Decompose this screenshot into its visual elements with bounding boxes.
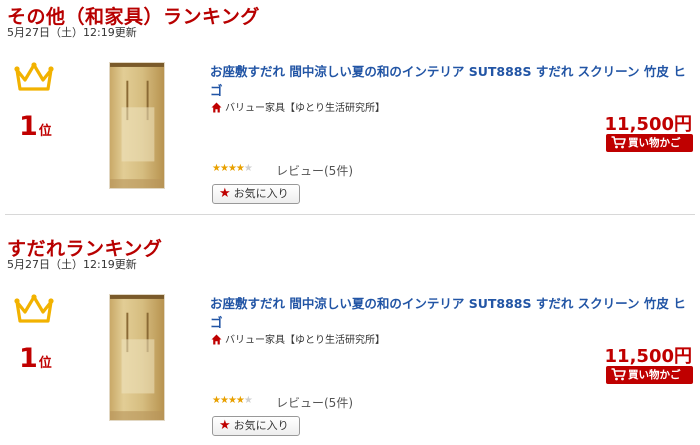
add-to-cart-label: 買い物かご: [628, 369, 681, 381]
cart-icon: [611, 368, 626, 381]
star-icon: ★: [219, 186, 231, 201]
star-filled-icon: ★: [227, 163, 237, 174]
star-empty-icon: ★: [243, 163, 253, 174]
product-image[interactable]: [109, 62, 165, 189]
add-to-cart-button[interactable]: 買い物かご: [606, 366, 693, 384]
ranking-updated-date: 5月27日（土）12:19更新: [7, 26, 137, 39]
star-filled-icon: ★: [235, 163, 245, 174]
rating-stars: ★★★★★: [212, 163, 253, 174]
add-favorite-button[interactable]: ★ お気に入り: [212, 184, 300, 204]
rank-suffix: 位: [38, 356, 52, 371]
product-image[interactable]: [109, 294, 165, 421]
rank-suffix: 位: [38, 124, 52, 139]
product-name-link[interactable]: お座敷すだれ 間中涼しい夏の和のインテリア SUT888S すだれ スクリーン …: [210, 294, 694, 332]
add-favorite-button[interactable]: ★ お気に入り: [212, 416, 300, 436]
add-to-cart-label: 買い物かご: [628, 137, 681, 149]
star-filled-icon: ★: [219, 163, 229, 174]
section-divider: [5, 214, 695, 215]
shop-info: バリュー家具【ゆとり生活研究所】: [211, 331, 385, 346]
rank-number: 1: [19, 111, 38, 142]
product-name-link[interactable]: お座敷すだれ 間中涼しい夏の和のインテリア SUT888S すだれ スクリーン …: [210, 62, 694, 100]
star-icon: ★: [219, 418, 231, 433]
crown-icon: [14, 62, 54, 91]
home-icon: [211, 102, 222, 113]
rank-number: 1: [19, 343, 38, 374]
star-empty-icon: ★: [243, 395, 253, 406]
crown-icon: [14, 294, 54, 323]
add-to-cart-button[interactable]: 買い物かご: [606, 134, 693, 152]
favorite-label: お気に入り: [233, 419, 289, 432]
ranking-section: その他（和家具）ランキング 5月27日（土）12:19更新 1位 お座敷すだれ …: [0, 0, 700, 215]
ranking-section: すだれランキング 5月27日（土）12:19更新 1位 お座敷すだれ 間中涼しい…: [0, 232, 700, 445]
review-link[interactable]: レビュー(5件): [276, 394, 353, 411]
star-filled-icon: ★: [212, 395, 221, 406]
review-link[interactable]: レビュー(5件): [276, 162, 353, 179]
rating-stars: ★★★★★: [212, 395, 253, 406]
star-filled-icon: ★: [219, 395, 229, 406]
shop-name-link[interactable]: バリュー家具【ゆとり生活研究所】: [225, 103, 385, 114]
ranking-updated-date: 5月27日（土）12:19更新: [7, 258, 137, 271]
product-price: 11,500円: [604, 346, 692, 367]
rank-label: 1位: [19, 111, 52, 142]
shop-info: バリュー家具【ゆとり生活研究所】: [211, 99, 385, 114]
rank-label: 1位: [19, 343, 52, 374]
star-filled-icon: ★: [212, 163, 221, 174]
product-price: 11,500円: [604, 114, 692, 135]
cart-icon: [611, 136, 626, 149]
home-icon: [211, 334, 222, 345]
star-filled-icon: ★: [227, 395, 237, 406]
shop-name-link[interactable]: バリュー家具【ゆとり生活研究所】: [225, 335, 385, 346]
favorite-label: お気に入り: [233, 187, 289, 200]
star-filled-icon: ★: [235, 395, 245, 406]
